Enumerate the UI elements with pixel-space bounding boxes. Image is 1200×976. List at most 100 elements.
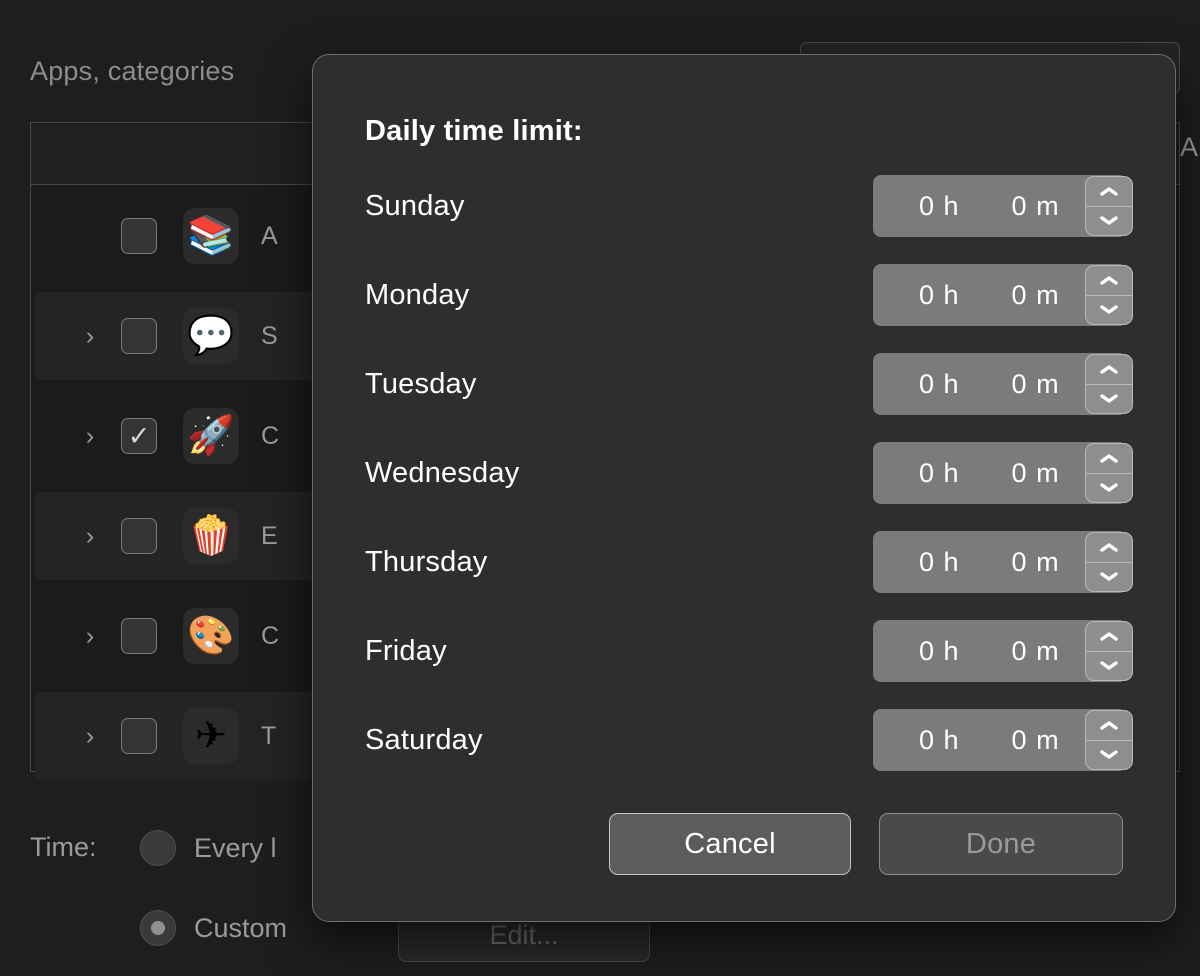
time-limit-field[interactable]: 0 h 0 m — [873, 442, 1133, 504]
paper-plane-icon: ✈ — [183, 708, 239, 764]
minutes-value[interactable]: 0 m — [1012, 458, 1060, 489]
hours-value[interactable]: 0 h — [919, 280, 960, 311]
stepper-increment-button[interactable] — [1086, 533, 1132, 563]
day-limit-row: Thursday 0 h 0 m — [365, 531, 1133, 593]
row-checkbox[interactable]: ✓ — [121, 218, 157, 254]
chevron-up-icon — [1100, 721, 1118, 730]
row-checkbox[interactable]: ✓ — [121, 618, 157, 654]
day-label: Saturday — [365, 723, 483, 756]
time-stepper[interactable] — [1085, 176, 1133, 236]
row-checkbox[interactable]: ✓ — [121, 318, 157, 354]
minutes-value[interactable]: 0 m — [1012, 191, 1060, 222]
cancel-button[interactable]: Cancel — [609, 813, 851, 875]
hours-value[interactable]: 0 h — [919, 369, 960, 400]
checkmark-icon: ✓ — [127, 420, 151, 451]
radio-dot — [151, 921, 165, 935]
day-limit-row: Tuesday 0 h 0 m — [365, 353, 1133, 415]
done-button[interactable]: Done — [879, 813, 1123, 875]
stepper-decrement-button[interactable] — [1086, 296, 1132, 325]
minutes-value[interactable]: 0 m — [1012, 547, 1060, 578]
minutes-value[interactable]: 0 m — [1012, 636, 1060, 667]
disclosure-chevron-icon[interactable]: › — [79, 723, 101, 749]
chevron-down-icon — [1100, 750, 1118, 759]
radio-custom-control[interactable] — [140, 910, 176, 946]
chevron-up-icon — [1100, 632, 1118, 641]
stepper-increment-button[interactable] — [1086, 622, 1132, 652]
time-limit-field[interactable]: 0 h 0 m — [873, 264, 1133, 326]
stepper-increment-button[interactable] — [1086, 711, 1132, 741]
day-label: Tuesday — [365, 367, 477, 400]
rocket-icon: 🚀 — [183, 408, 239, 464]
stepper-decrement-button[interactable] — [1086, 741, 1132, 770]
stepper-increment-button[interactable] — [1086, 177, 1132, 207]
chevron-up-icon — [1100, 187, 1118, 196]
radio-every-day-label: Every l — [194, 832, 277, 863]
disclosure-chevron-icon[interactable]: › — [79, 523, 101, 549]
hours-value[interactable]: 0 h — [919, 725, 960, 756]
time-limit-field[interactable]: 0 h 0 m — [873, 709, 1133, 771]
time-stepper[interactable] — [1085, 354, 1133, 414]
time-stepper[interactable] — [1085, 443, 1133, 503]
time-label: Time: — [30, 832, 97, 862]
minutes-value[interactable]: 0 m — [1012, 725, 1060, 756]
row-label: E — [261, 521, 278, 550]
artist-palette-icon: 🎨 — [183, 608, 239, 664]
stepper-decrement-button[interactable] — [1086, 652, 1132, 681]
row-label: C — [261, 421, 280, 450]
chevron-down-icon — [1100, 394, 1118, 403]
speech-bubble-heart-icon: 💬 — [183, 308, 239, 364]
row-label: S — [261, 321, 278, 350]
disclosure-chevron-icon[interactable]: › — [79, 423, 101, 449]
time-stepper[interactable] — [1085, 265, 1133, 325]
stepper-increment-button[interactable] — [1086, 355, 1132, 385]
radio-custom-label: Custom — [194, 912, 288, 943]
time-limit-field[interactable]: 0 h 0 m — [873, 175, 1133, 237]
radio-custom[interactable]: Custom — [140, 910, 287, 946]
hours-value[interactable]: 0 h — [919, 458, 960, 489]
day-limit-row: Wednesday 0 h 0 m — [365, 442, 1133, 504]
day-label: Friday — [365, 634, 447, 667]
day-limit-row: Saturday 0 h 0 m — [365, 709, 1133, 771]
time-limit-field[interactable]: 0 h 0 m — [873, 620, 1133, 682]
stepper-decrement-button[interactable] — [1086, 563, 1132, 592]
stepper-increment-button[interactable] — [1086, 444, 1132, 474]
stepper-increment-button[interactable] — [1086, 266, 1132, 296]
time-limit-field[interactable]: 0 h 0 m — [873, 531, 1133, 593]
day-label: Sunday — [365, 189, 465, 222]
chevron-down-icon — [1100, 661, 1118, 670]
hours-value[interactable]: 0 h — [919, 547, 960, 578]
day-limit-row: Friday 0 h 0 m — [365, 620, 1133, 682]
time-stepper[interactable] — [1085, 710, 1133, 770]
hours-value[interactable]: 0 h — [919, 191, 960, 222]
row-label: A — [261, 221, 278, 250]
day-label: Monday — [365, 278, 470, 311]
row-checkbox[interactable]: ✓ — [121, 418, 157, 454]
chevron-up-icon — [1100, 454, 1118, 463]
minutes-value[interactable]: 0 m — [1012, 280, 1060, 311]
stepper-decrement-button[interactable] — [1086, 207, 1132, 236]
time-stepper[interactable] — [1085, 621, 1133, 681]
chevron-up-icon — [1100, 365, 1118, 374]
day-limit-row: Monday 0 h 0 m — [365, 264, 1133, 326]
row-checkbox[interactable]: ✓ — [121, 518, 157, 554]
stepper-decrement-button[interactable] — [1086, 385, 1132, 414]
disclosure-chevron-icon[interactable]: › — [79, 623, 101, 649]
row-checkbox[interactable]: ✓ — [121, 718, 157, 754]
time-limit-field[interactable]: 0 h 0 m — [873, 353, 1133, 415]
books-stack-icon: 📚 — [183, 208, 239, 264]
disclosure-chevron-icon[interactable]: › — [79, 323, 101, 349]
radio-every-day-control[interactable] — [140, 830, 176, 866]
radio-every-day[interactable]: Every l — [140, 830, 277, 866]
table-column-text: A — [1180, 132, 1199, 162]
stepper-decrement-button[interactable] — [1086, 474, 1132, 503]
chevron-down-icon — [1100, 483, 1118, 492]
minutes-value[interactable]: 0 m — [1012, 369, 1060, 400]
time-stepper[interactable] — [1085, 532, 1133, 592]
daily-time-limit-dialog: Daily time limit: Sunday 0 h0 m Monday 0 h0… — [312, 54, 1176, 922]
page-title: Apps, categories — [30, 56, 235, 86]
screen: Apps, categories ›✓📚A›✓💬S›✓🚀C›✓🍿E›✓🎨C›✓✈… — [0, 0, 1200, 976]
popcorn-icon: 🍿 — [183, 508, 239, 564]
hours-value[interactable]: 0 h — [919, 636, 960, 667]
row-label: C — [261, 621, 280, 650]
row-label: T — [261, 721, 277, 750]
